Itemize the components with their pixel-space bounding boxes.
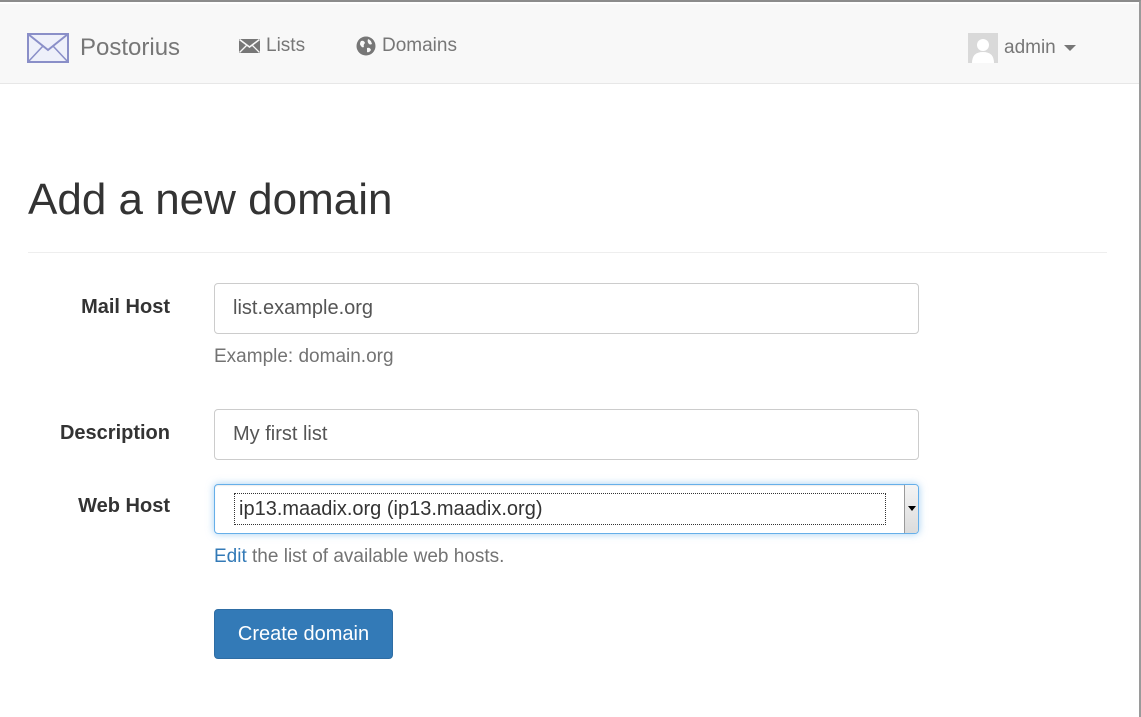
postorius-logo-icon	[26, 30, 70, 66]
web-host-label: Web Host	[78, 495, 170, 517]
caret-down-icon	[1063, 45, 1076, 51]
title-divider	[28, 252, 1107, 253]
description-label: Description	[59, 422, 170, 444]
browser-viewport: Postorius Lists Domains admin Add a new …	[0, 0, 1141, 717]
create-domain-button[interactable]: Create domain	[214, 609, 393, 659]
web-host-selected: ip13.maadix.org (ip13.maadix.org)	[234, 493, 886, 525]
nav-domains-label: Domains	[382, 35, 457, 56]
nav-lists-label: Lists	[266, 35, 306, 56]
web-host-help-text: the list of available web hosts.	[246, 546, 505, 567]
brand-name: Postorius	[80, 34, 181, 61]
nav-domains-link[interactable]: Domains	[356, 32, 457, 60]
mail-host-label: Mail Host	[81, 296, 170, 318]
mail-host-input[interactable]	[214, 283, 919, 334]
select-arrow-icon[interactable]	[904, 485, 918, 533]
edit-web-hosts-link[interactable]: Edit	[214, 546, 247, 567]
navbar: Postorius Lists Domains admin	[0, 4, 1139, 84]
user-menu-toggle[interactable]: admin	[968, 32, 1076, 64]
web-host-select[interactable]: ip13.maadix.org (ip13.maadix.org)	[214, 484, 919, 534]
envelope-icon	[239, 38, 260, 53]
page-title: Add a new domain	[28, 175, 393, 224]
web-host-help: Edit the list of available web hosts.	[214, 546, 504, 568]
description-input[interactable]	[214, 409, 919, 460]
brand-link[interactable]: Postorius	[26, 28, 180, 68]
nav-lists-link[interactable]: Lists	[239, 32, 305, 60]
avatar	[968, 33, 998, 63]
mail-host-help: Example: domain.org	[214, 346, 394, 367]
globe-icon	[356, 36, 376, 56]
user-name: admin	[1004, 37, 1056, 58]
